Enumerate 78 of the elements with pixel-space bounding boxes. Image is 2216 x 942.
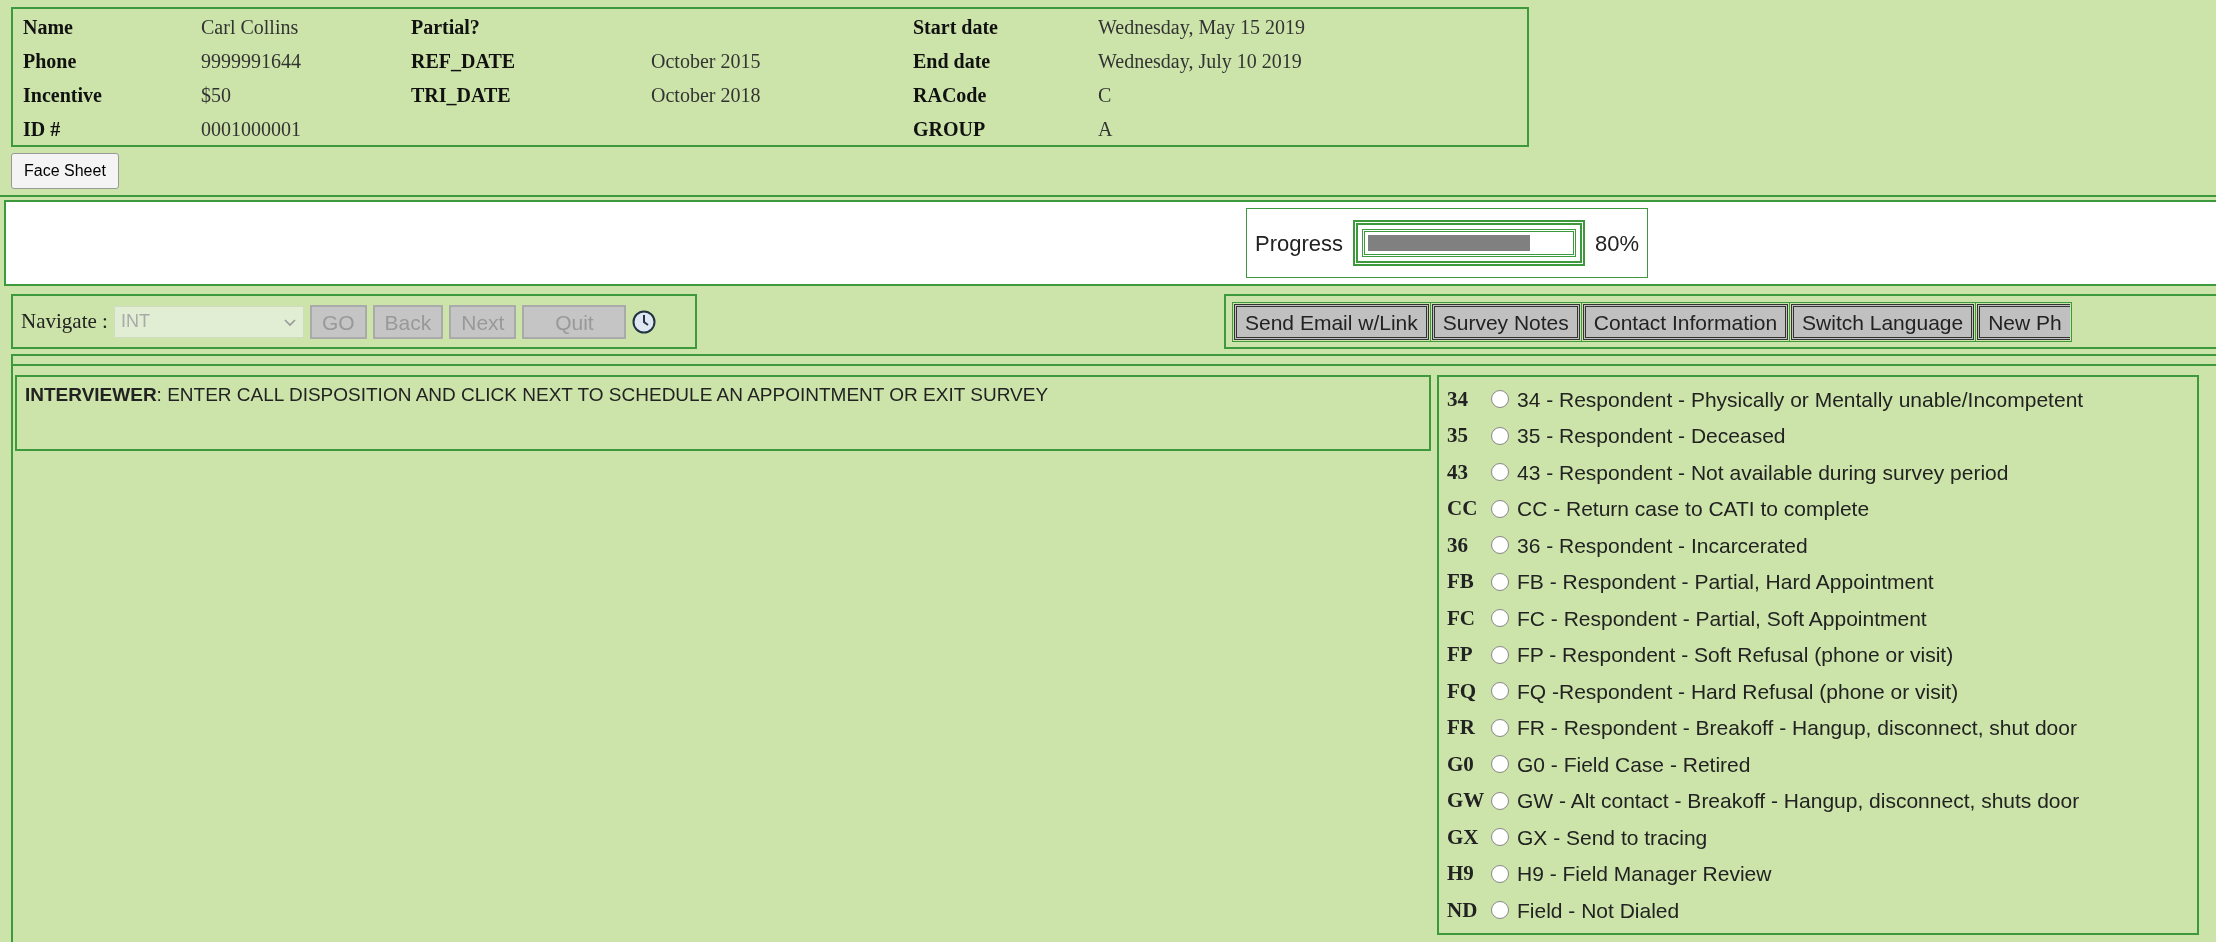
option-label[interactable]: FB - Respondent - Partial, Hard Appointment xyxy=(1517,566,1934,598)
radio-button[interactable] xyxy=(1491,463,1509,482)
radio-button[interactable] xyxy=(1491,499,1509,518)
caret-icon xyxy=(282,316,297,327)
field-value: 9999991644 xyxy=(201,49,302,74)
progress-reading: 80% xyxy=(1595,229,1640,258)
option-label[interactable]: GW - Alt contact - Breakoff - Hangup, disconnect, shuts door xyxy=(1517,785,2080,817)
field-value: October 2018 xyxy=(651,83,762,108)
option-code: GX xyxy=(1447,823,1480,851)
action-button[interactable]: New Ph xyxy=(1977,303,2070,340)
field-label: GROUP xyxy=(913,117,987,142)
radio-button[interactable] xyxy=(1491,390,1509,409)
option-code: 36 xyxy=(1447,531,1469,559)
field-label: End date xyxy=(913,49,992,74)
option-code: GW xyxy=(1447,787,1486,814)
radio-button[interactable] xyxy=(1491,864,1509,883)
option-label[interactable]: G0 - Field Case - Retired xyxy=(1517,748,1751,780)
option-code: G0 xyxy=(1447,750,1475,778)
field-label: ID # xyxy=(23,117,62,142)
field-label: TRI_DATE xyxy=(411,83,512,108)
option-label[interactable]: GX - Send to tracing xyxy=(1517,821,1708,853)
radio-button[interactable] xyxy=(1491,536,1509,555)
option-code: FB xyxy=(1447,568,1475,595)
option-label[interactable]: 36 - Respondent - Incarcerated xyxy=(1517,529,1808,561)
option-label[interactable]: CC - Return case to CATI to complete xyxy=(1517,493,1870,525)
instruction-text: INTERVIEWER: ENTER CALL DISPOSITION AND CLICK NEXT TO SCHEDULE AN APPOINTMENT OR EXIT SURVEY xyxy=(15,375,1431,451)
field-value: Wednesday, May 15 2019 xyxy=(1098,15,1306,41)
radio-button[interactable] xyxy=(1491,755,1509,774)
field-value: $50 xyxy=(201,83,232,108)
progress-label: Progress xyxy=(1255,229,1344,258)
option-code: H9 xyxy=(1447,860,1475,887)
radio-button[interactable] xyxy=(1491,609,1509,628)
face-sheet-button[interactable]: Face Sheet xyxy=(11,153,119,189)
clock-icon[interactable] xyxy=(632,309,657,334)
action-button[interactable]: Survey Notes xyxy=(1431,303,1580,340)
field-label: Phone xyxy=(23,49,78,74)
option-label[interactable]: 35 - Respondent - Deceased xyxy=(1517,420,1786,452)
field-value: October 2015 xyxy=(651,49,762,74)
field-value: Wednesday, July 10 2019 xyxy=(1098,49,1303,75)
option-code: FC xyxy=(1447,604,1476,632)
option-code: ND xyxy=(1447,896,1479,924)
action-button[interactable]: Send Email w/Link xyxy=(1234,303,1429,340)
field-value: Carl Collins xyxy=(201,15,300,40)
option-label[interactable]: FC - Respondent - Partial, Soft Appointment xyxy=(1517,602,1927,634)
radio-button[interactable] xyxy=(1491,718,1509,737)
option-label[interactable]: Field - Not Dialed xyxy=(1517,894,1680,926)
navigate-label: Navigate : xyxy=(21,307,108,335)
option-code: CC xyxy=(1447,495,1479,522)
field-value: C xyxy=(1098,83,1113,108)
radio-button[interactable] xyxy=(1491,828,1509,847)
radio-button[interactable] xyxy=(1491,645,1509,664)
field-label: REF_DATE xyxy=(411,49,517,74)
field-label: Name xyxy=(23,15,74,40)
option-label[interactable]: 34 - Respondent - Physically or Mentally unable/Incompetent xyxy=(1517,383,2084,415)
radio-button[interactable] xyxy=(1491,682,1509,701)
radio-button[interactable] xyxy=(1491,572,1509,591)
option-label[interactable]: 43 - Respondent - Not available during survey period xyxy=(1517,456,2009,488)
option-code: FP xyxy=(1447,641,1474,668)
radio-button[interactable] xyxy=(1491,901,1509,920)
option-label[interactable]: H9 - Field Manager Review xyxy=(1517,858,1772,890)
option-code: 34 xyxy=(1447,385,1469,413)
option-code: FQ xyxy=(1447,677,1478,705)
field-label: Incentive xyxy=(23,83,103,108)
action-button[interactable]: Switch Language xyxy=(1791,303,1975,340)
radio-button[interactable] xyxy=(1491,791,1509,810)
field-label: RACode xyxy=(913,83,988,108)
option-label[interactable]: FQ -Respondent - Hard Refusal (phone or visit) xyxy=(1517,675,1959,707)
field-label: Partial? xyxy=(411,15,481,40)
field-value: A xyxy=(1098,117,1114,142)
option-label[interactable]: FR - Respondent - Breakoff - Hangup, disconnect, shut door xyxy=(1517,712,2077,744)
option-code: 43 xyxy=(1447,458,1469,486)
option-code: 35 xyxy=(1447,422,1469,449)
option-label[interactable]: FP - Respondent - Soft Refusal (phone or visit) xyxy=(1517,639,1954,671)
field-value: 0001000001 xyxy=(201,117,302,142)
radio-button[interactable] xyxy=(1491,426,1509,445)
field-label: Start date xyxy=(913,15,999,40)
action-button[interactable]: Contact Information xyxy=(1582,303,1789,340)
option-code: FR xyxy=(1447,714,1476,741)
